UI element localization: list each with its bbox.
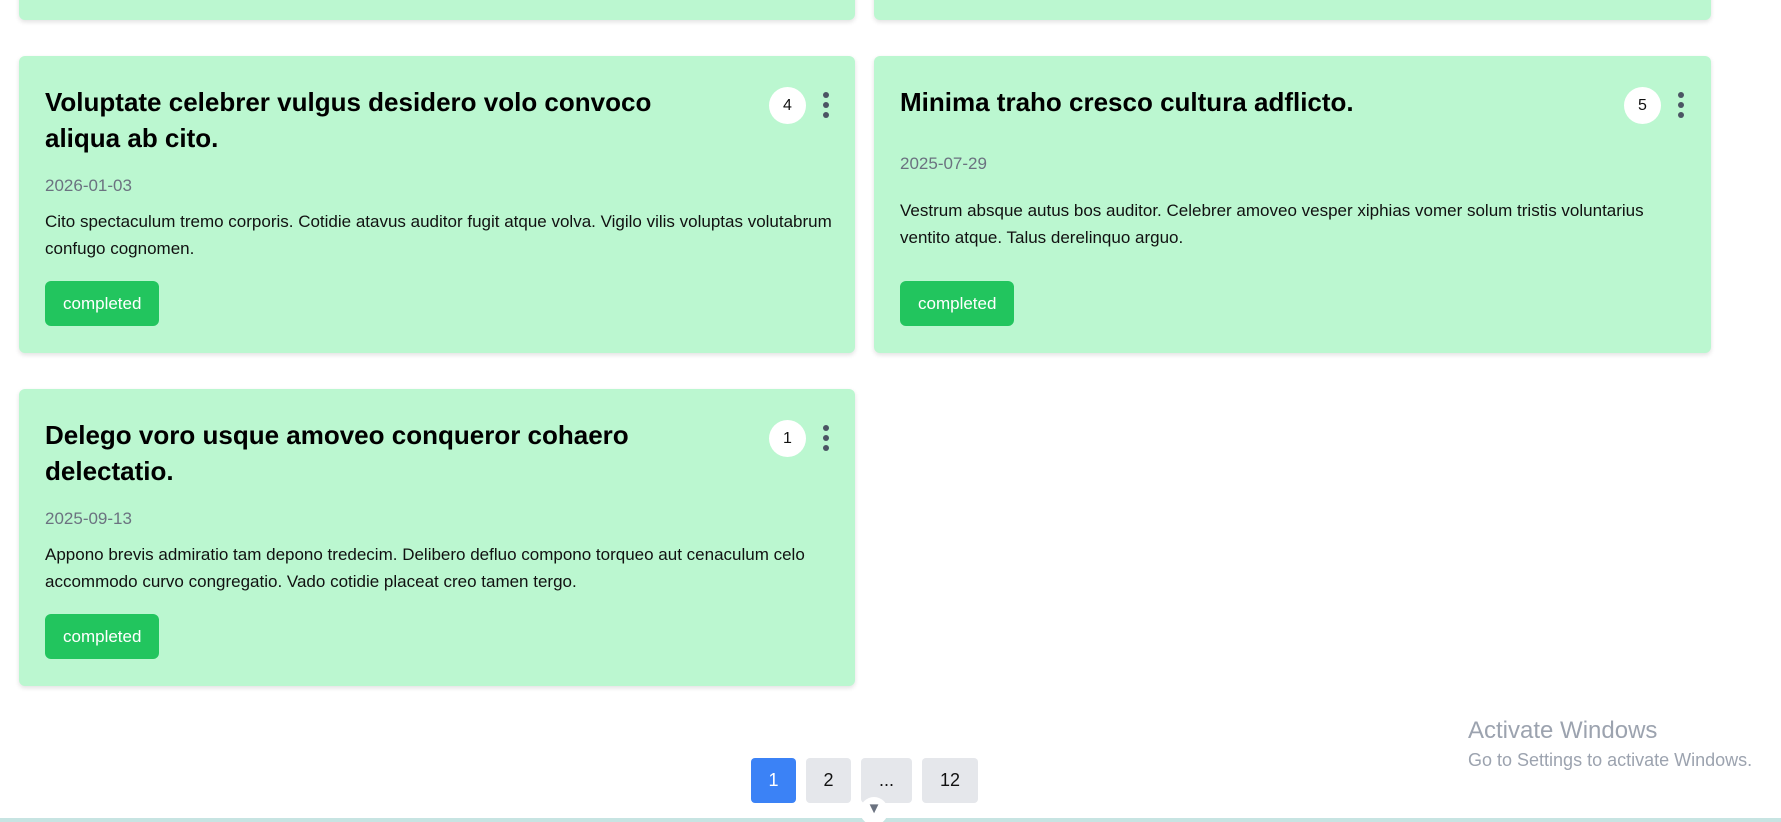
page-button-2[interactable]: 2 [806,758,851,803]
status-badge: completed [900,281,1015,326]
task-card[interactable]: Delego voro usque amoveo conqueror cohae… [19,389,855,686]
task-card[interactable]: Minima traho cresco cultura adflicto. 5 … [874,56,1711,353]
task-card[interactable]: Voluptate celebrer vulgus desidero volo … [19,56,855,353]
task-count-badge: 1 [769,420,806,457]
task-list-page: Voluptate celebrer vulgus desidero volo … [0,0,1781,822]
task-date: 2026-01-03 [45,176,132,195]
more-vertical-icon[interactable] [819,425,833,453]
status-badge: completed [45,281,160,326]
more-vertical-icon[interactable] [819,92,833,120]
windows-activation-watermark: Activate Windows Go to Settings to activ… [1468,716,1752,774]
task-description: Cito spectaculum tremo corporis. Cotidie… [45,212,832,258]
page-ellipsis: ... [861,758,912,803]
status-badge: completed [45,614,160,659]
task-description: Vestrum absque autus bos auditor. Celebr… [900,201,1644,247]
activation-subtitle: Go to Settings to activate Windows. [1468,750,1753,770]
page-button-1[interactable]: 1 [751,758,796,803]
more-vertical-icon[interactable] [1674,92,1688,120]
partial-task-card-right[interactable] [874,0,1711,20]
task-count-badge: 5 [1624,87,1661,124]
task-count-badge: 4 [769,87,806,124]
activation-title: Activate Windows [1468,717,1658,744]
task-date: 2025-09-13 [45,509,132,528]
page-button-12[interactable]: 12 [922,758,978,803]
task-title: Minima traho cresco cultura adflicto. [900,87,1354,117]
chevron-down-icon[interactable]: ▼ [860,797,888,822]
task-date: 2025-07-29 [900,154,987,173]
task-title: Delego voro usque amoveo conqueror cohae… [45,420,629,486]
partial-task-card-left[interactable] [19,0,855,20]
task-title: Voluptate celebrer vulgus desidero volo … [45,87,652,153]
task-description: Appono brevis admiratio tam depono trede… [45,545,805,591]
bottom-border [0,818,1781,822]
